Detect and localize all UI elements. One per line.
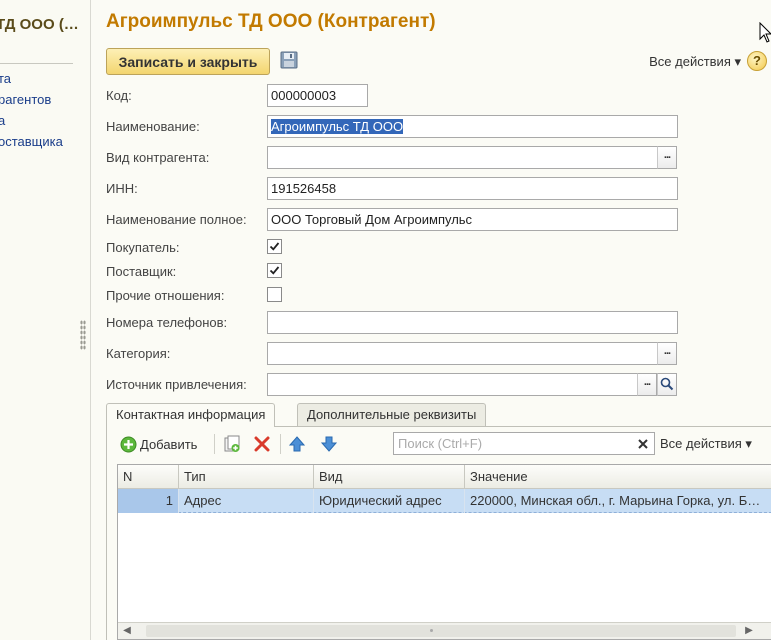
help-button[interactable]: ?	[747, 51, 767, 71]
supplier-label: Поставщик:	[106, 264, 177, 279]
move-down-icon[interactable]	[320, 435, 338, 453]
name-field[interactable]: Агроимпульс ТД ООО	[267, 115, 678, 138]
toolbar-divider	[214, 434, 215, 454]
checkmark-icon	[269, 242, 280, 251]
counterparty-kind-field[interactable]	[267, 146, 658, 169]
scrollbar-grip	[430, 629, 433, 632]
inn-field[interactable]: 191526458	[267, 177, 678, 200]
delete-icon[interactable]	[253, 435, 271, 453]
table-row[interactable]: 1 Адрес Юридический адрес 220000, Минска…	[118, 489, 771, 513]
full-name-label: Наименование полное:	[106, 212, 247, 227]
counterparty-kind-label: Вид контрагента:	[106, 150, 210, 165]
phones-label: Номера телефонов:	[106, 315, 228, 330]
left-link-2[interactable]: рагентов	[0, 89, 63, 110]
scroll-right-icon[interactable]: ▶	[744, 626, 754, 636]
scrollbar-thumb[interactable]	[146, 625, 736, 637]
form-title: Агроимпульс ТД ООО (Контрагент)	[106, 11, 436, 32]
code-label: Код:	[106, 88, 132, 103]
supplier-checkbox[interactable]	[267, 263, 282, 278]
row-type: Адрес	[179, 489, 314, 513]
left-link-4[interactable]: оставщика	[0, 131, 63, 152]
buyer-label: Покупатель:	[106, 240, 180, 255]
name-field-value: Агроимпульс ТД ООО	[271, 119, 404, 134]
full-name-field[interactable]: ООО Торговый Дом Агроимпульс	[267, 208, 678, 231]
code-field[interactable]: 000000003	[267, 84, 368, 107]
row-number: 1	[118, 489, 179, 513]
buyer-checkbox[interactable]	[267, 239, 282, 254]
clear-search-icon[interactable]	[635, 436, 651, 452]
main-form: Агроимпульс ТД ООО (Контрагент) Записать…	[92, 0, 771, 640]
source-label: Источник привлечения:	[106, 377, 247, 392]
column-header-n[interactable]: N	[118, 465, 179, 489]
move-up-icon[interactable]	[288, 435, 306, 453]
left-link-3[interactable]: а	[0, 110, 63, 131]
source-field[interactable]	[267, 373, 638, 396]
other-relations-checkbox[interactable]	[267, 287, 282, 302]
source-search-button[interactable]	[657, 373, 677, 396]
other-relations-label: Прочие отношения:	[106, 288, 225, 303]
tab-additional-attributes[interactable]: Дополнительные реквизиты	[297, 403, 487, 426]
column-header-kind[interactable]: Вид	[314, 465, 465, 489]
save-and-close-button[interactable]: Записать и закрыть	[106, 48, 270, 75]
left-link-1[interactable]: та	[0, 68, 63, 89]
checkmark-icon	[269, 266, 280, 275]
left-panel-links: та рагентов а оставщика	[0, 68, 63, 152]
magnifier-icon	[660, 377, 674, 391]
category-select-button[interactable]: ...	[657, 342, 677, 365]
horizontal-scrollbar[interactable]: ◀ ▶	[118, 622, 771, 639]
inn-label: ИНН:	[106, 181, 138, 196]
row-kind: Юридический адрес	[314, 489, 465, 513]
column-header-value[interactable]: Значение	[465, 465, 771, 489]
add-contact-label: Добавить	[140, 436, 198, 452]
tab-contact-info[interactable]: Контактная информация	[106, 403, 276, 427]
add-icon	[120, 436, 137, 452]
left-panel-title: ТД ООО (…	[0, 16, 79, 33]
search-input[interactable]: Поиск (Ctrl+F)	[393, 432, 655, 455]
contact-all-actions-menu[interactable]: Все действия ▾	[660, 436, 752, 452]
category-field[interactable]	[267, 342, 658, 365]
left-panel: ТД ООО (… та рагентов а оставщика	[0, 0, 91, 640]
copy-add-icon[interactable]	[223, 435, 241, 453]
name-label: Наименование:	[106, 119, 200, 134]
category-label: Категория:	[106, 346, 171, 361]
source-select-button[interactable]: ...	[637, 373, 657, 396]
column-header-type[interactable]: Тип	[179, 465, 314, 489]
add-contact-button[interactable]: Добавить	[120, 434, 197, 454]
scroll-left-icon[interactable]: ◀	[122, 626, 132, 636]
counterparty-kind-select-button[interactable]: ...	[657, 146, 677, 169]
mouse-cursor-icon	[759, 22, 771, 43]
floppy-disk-icon	[280, 51, 298, 69]
splitter-grip[interactable]	[80, 320, 86, 350]
toolbar-divider	[280, 434, 281, 454]
save-button[interactable]	[278, 50, 300, 72]
row-value: 220000, Минская обл., г. Марьина Горка, …	[470, 493, 761, 508]
phones-field[interactable]	[267, 311, 678, 334]
left-panel-divider	[0, 63, 73, 64]
contact-table[interactable]: N Тип Вид Значение 1 Адрес Юридический а…	[117, 464, 771, 640]
table-header: N Тип Вид Значение	[118, 465, 771, 489]
all-actions-menu[interactable]: Все действия ▾	[649, 54, 741, 70]
